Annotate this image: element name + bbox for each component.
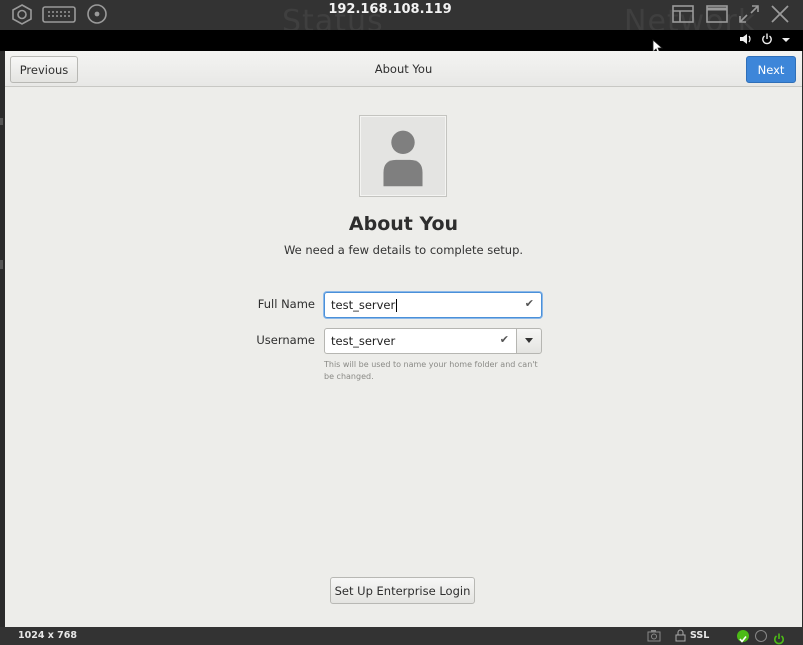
window-icon[interactable] [705, 3, 729, 25]
check-icon: ✔ [524, 297, 534, 310]
fullscreen-icon[interactable] [737, 3, 761, 25]
ssl-label: SSL [690, 630, 710, 641]
full-name-label: Full Name [257, 297, 315, 311]
lock-icon [675, 629, 686, 643]
page-subtitle: We need a few details to complete setup. [283, 243, 524, 257]
resolution-label: 1024 x 768 [18, 630, 78, 641]
edge-fragment [0, 260, 3, 269]
edge-fragment [0, 118, 3, 125]
status-idle-icon [755, 630, 767, 642]
panel-status-area[interactable] [739, 33, 791, 48]
power-status-icon[interactable] [773, 630, 785, 645]
username-dropdown-button[interactable] [516, 328, 542, 354]
username-value: test_server [331, 334, 396, 348]
volume-icon[interactable] [739, 33, 753, 48]
close-icon[interactable] [768, 3, 792, 25]
window-layout-icon[interactable] [671, 3, 695, 25]
setup-window: Previous About You Next About You We nee… [5, 51, 802, 627]
viewer-status-bar: 1024 x 768 SSL [0, 627, 803, 645]
full-name-field[interactable]: test_server ✔ [324, 292, 542, 318]
chevron-down-icon [525, 338, 533, 343]
username-label: Username [256, 333, 315, 347]
check-icon: ✔ [499, 333, 509, 346]
page-title: About You [348, 213, 459, 235]
viewer-title: 192.168.108.119 [328, 2, 452, 17]
power-icon[interactable] [761, 33, 773, 48]
username-hint: This will be used to name your home fold… [324, 360, 538, 381]
next-button[interactable]: Next [746, 56, 796, 83]
gnome-top-panel [0, 30, 803, 51]
header-title: About You [374, 62, 433, 76]
status-ok-icon [737, 630, 749, 643]
username-field[interactable]: test_server ✔ [324, 328, 517, 354]
full-name-value: test_server [331, 298, 396, 312]
chevron-down-icon[interactable] [781, 33, 791, 48]
enterprise-login-button[interactable]: Set Up Enterprise Login [330, 577, 475, 604]
header-bar: Previous About You Next [5, 51, 802, 87]
user-avatar-icon [383, 130, 423, 187]
avatar-button[interactable] [359, 115, 447, 197]
viewer-toolbar: Status Network 192.168.108.119 [0, 0, 803, 39]
text-caret [396, 299, 398, 312]
camera-icon[interactable] [647, 629, 661, 643]
